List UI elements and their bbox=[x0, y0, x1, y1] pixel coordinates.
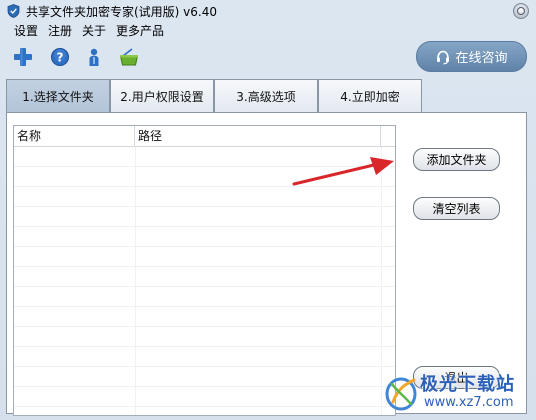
window-title: 共享文件夹加密专家(试用版) v6.40 bbox=[26, 5, 217, 19]
folder-list-header: 名称 路径 bbox=[14, 126, 395, 147]
svg-text:?: ? bbox=[57, 51, 64, 65]
watermark-url: www.xz7.com bbox=[424, 395, 514, 410]
add-folder-label: 添加文件夹 bbox=[426, 153, 487, 167]
column-divider bbox=[135, 147, 136, 415]
basket-icon[interactable] bbox=[119, 47, 139, 67]
tab-label: 4.立即加密 bbox=[340, 89, 400, 104]
title-bar: 共享文件夹加密专家(试用版) v6.40 bbox=[0, 0, 536, 22]
shield-app-icon bbox=[7, 4, 20, 18]
online-consult-button[interactable]: 在线咨询 bbox=[416, 41, 527, 72]
tab-select-folder[interactable]: 1.选择文件夹 bbox=[6, 79, 110, 112]
menu-item-more-products[interactable]: 更多产品 bbox=[116, 22, 164, 40]
watermark-logo bbox=[385, 377, 417, 411]
help-icon[interactable]: ? bbox=[50, 47, 70, 67]
tab-label: 3.高级选项 bbox=[236, 89, 296, 104]
tab-user-permissions[interactable]: 2.用户权限设置 bbox=[110, 79, 214, 112]
online-consult-label: 在线咨询 bbox=[455, 51, 508, 66]
annotation-arrow bbox=[292, 157, 394, 186]
menu-bar: 设置 注册 关于 更多产品 bbox=[14, 22, 164, 40]
clear-list-button[interactable]: 清空列表 bbox=[413, 197, 500, 220]
tab-advanced-options[interactable]: 3.高级选项 bbox=[214, 79, 318, 112]
watermark: 极光下载站 www.xz7.com bbox=[384, 370, 534, 418]
tab-encrypt-now[interactable]: 4.立即加密 bbox=[318, 79, 422, 112]
add-icon[interactable] bbox=[13, 47, 33, 67]
headset-icon bbox=[437, 50, 450, 64]
menu-item-register[interactable]: 注册 bbox=[48, 22, 72, 40]
tab-label: 1.选择文件夹 bbox=[22, 89, 94, 104]
column-header-name[interactable]: 名称 bbox=[14, 126, 135, 146]
clear-list-label: 清空列表 bbox=[432, 202, 481, 216]
column-header-path[interactable]: 路径 bbox=[135, 126, 381, 146]
menu-item-about[interactable]: 关于 bbox=[82, 22, 106, 40]
tab-label: 2.用户权限设置 bbox=[120, 89, 204, 104]
add-folder-button[interactable]: 添加文件夹 bbox=[413, 148, 500, 171]
tab-panel-select-folder: 名称 路径 添加文件夹 清空列表 退出 bbox=[6, 112, 527, 416]
user-icon[interactable] bbox=[84, 47, 104, 67]
close-button[interactable] bbox=[513, 3, 529, 19]
watermark-text: 极光下载站 bbox=[420, 374, 515, 395]
app-window: 共享文件夹加密专家(试用版) v6.40 设置 注册 关于 更多产品 ? 在线咨… bbox=[0, 0, 536, 420]
menu-item-settings[interactable]: 设置 bbox=[14, 22, 38, 40]
